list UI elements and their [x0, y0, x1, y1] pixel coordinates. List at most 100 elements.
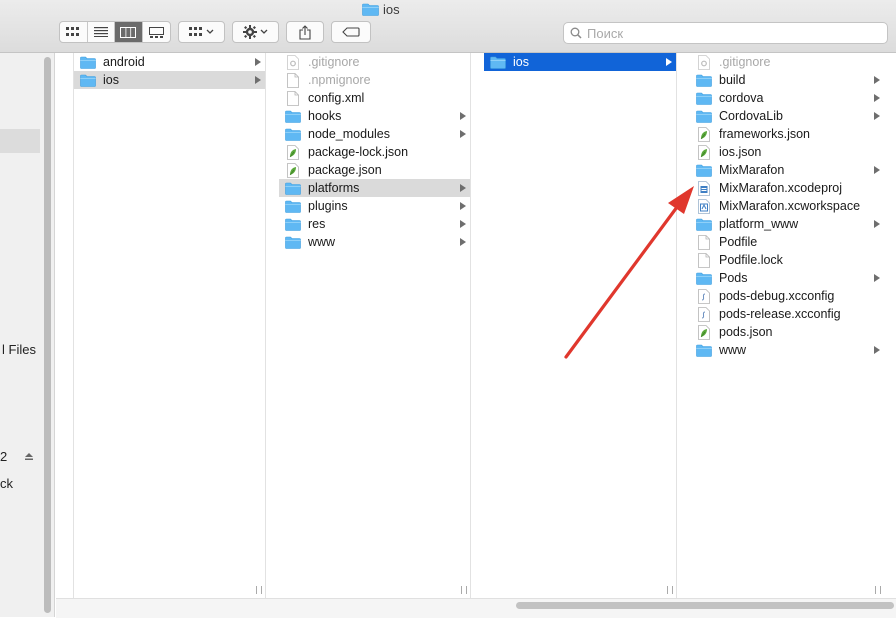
folder-row[interactable]: hooks: [279, 107, 470, 125]
window-toolbar: ios: [0, 0, 896, 53]
folder-row[interactable]: android: [74, 53, 265, 71]
chevron-right-icon: [874, 112, 880, 120]
column-resize-handle[interactable]: [875, 586, 881, 594]
file-row[interactable]: ios.json: [690, 143, 884, 161]
sidebar: l Files 2 ck: [0, 53, 55, 617]
item-label: Pods: [719, 271, 748, 285]
item-label: ios: [513, 55, 529, 69]
json-file-icon: [696, 126, 712, 142]
column-resize-handle[interactable]: [461, 586, 467, 594]
item-label: plugins: [308, 199, 348, 213]
folder-row[interactable]: node_modules: [279, 125, 470, 143]
list-view-icon: [93, 27, 108, 37]
chevron-right-icon: [460, 184, 466, 192]
file-row[interactable]: MixMarafon.xcworkspace: [690, 197, 884, 215]
share-button[interactable]: [286, 21, 324, 43]
eject-icon[interactable]: [24, 452, 34, 461]
chevron-right-icon: [874, 346, 880, 354]
folder-row[interactable]: build: [690, 71, 884, 89]
file-row[interactable]: pods-debug.xcconfig: [690, 287, 884, 305]
item-label: MixMarafon: [719, 163, 785, 177]
json-file-icon: [285, 144, 301, 160]
folder-icon: [285, 216, 301, 232]
gallery-view-icon: [148, 26, 164, 38]
item-label: android: [103, 55, 145, 69]
browser-column: android ios: [74, 53, 266, 598]
folder-row[interactable]: plugins: [279, 197, 470, 215]
tags-button[interactable]: [331, 21, 371, 43]
item-label: ios.json: [719, 145, 762, 159]
folder-row[interactable]: cordova: [690, 89, 884, 107]
folder-icon: [696, 270, 712, 286]
file-row[interactable]: MixMarafon.xcodeproj: [690, 179, 884, 197]
chevron-right-icon: [874, 220, 880, 228]
file-row[interactable]: pods-release.xcconfig: [690, 305, 884, 323]
file-row[interactable]: package.json: [279, 161, 470, 179]
item-label: frameworks.json: [719, 127, 810, 141]
icon-view-button[interactable]: [60, 22, 88, 42]
folder-row[interactable]: platform_www: [690, 215, 884, 233]
folder-icon: [696, 90, 712, 106]
column-view-button[interactable]: [115, 22, 143, 42]
item-label: hooks: [308, 109, 342, 123]
folder-row[interactable]: ios: [74, 71, 265, 89]
file-row[interactable]: Podfile: [690, 233, 884, 251]
column-view-icon: [120, 26, 137, 38]
search-input[interactable]: [587, 25, 867, 41]
json-file-icon: [285, 162, 301, 178]
folder-row[interactable]: CordovaLib: [690, 107, 884, 125]
horizontal-scrollbar[interactable]: [516, 602, 894, 609]
file-row[interactable]: pods.json: [690, 323, 884, 341]
file-row[interactable]: package-lock.json: [279, 143, 470, 161]
column-resize-handle[interactable]: [667, 586, 673, 594]
file-row[interactable]: .npmignore: [279, 71, 470, 89]
item-label: MixMarafon.xcodeproj: [719, 181, 842, 195]
item-label: cordova: [719, 91, 764, 105]
sidebar-item-label[interactable]: ck: [0, 476, 13, 491]
chevron-down-icon: [260, 29, 268, 34]
group-by-button[interactable]: [178, 21, 225, 43]
item-label: Podfile: [719, 235, 758, 249]
folder-icon: [285, 180, 301, 196]
view-mode-segmented-control: [59, 21, 171, 43]
file-row[interactable]: config.xml: [279, 89, 470, 107]
folder-icon: [696, 162, 712, 178]
folder-row[interactable]: res: [279, 215, 470, 233]
file-row[interactable]: .gitignore: [690, 53, 884, 71]
folder-row[interactable]: MixMarafon: [690, 161, 884, 179]
chevron-right-icon: [460, 112, 466, 120]
gallery-view-button[interactable]: [143, 22, 170, 42]
gear-document-icon: [696, 54, 712, 70]
icon-view-icon: [66, 27, 80, 36]
item-label: pods-release.xcconfig: [719, 307, 841, 321]
folder-row[interactable]: ios: [484, 53, 676, 71]
item-label: package-lock.json: [308, 145, 409, 159]
list-view-button[interactable]: [88, 22, 115, 42]
sidebar-item-label[interactable]: l Files: [2, 342, 36, 357]
folder-row[interactable]: www: [279, 233, 470, 251]
file-row[interactable]: Podfile.lock: [690, 251, 884, 269]
search-field[interactable]: [563, 22, 888, 44]
folder-icon: [285, 126, 301, 142]
file-row[interactable]: .gitignore: [279, 53, 470, 71]
folder-row[interactable]: www: [690, 341, 884, 359]
column-resize-handle[interactable]: [256, 586, 262, 594]
chevron-right-icon: [255, 58, 261, 66]
sidebar-item-label[interactable]: 2: [0, 449, 7, 464]
item-label: .gitignore: [308, 55, 360, 69]
sidebar-selected-item[interactable]: [0, 129, 40, 153]
document-icon: [696, 252, 712, 268]
browser-column: .gitignore build cordova CordovaLib framewor…: [690, 53, 884, 598]
xcconfig-file-icon: [696, 306, 712, 322]
action-button[interactable]: [232, 21, 279, 43]
folder-row[interactable]: Pods: [690, 269, 884, 287]
folder-icon: [696, 216, 712, 232]
item-label: MixMarafon.xcworkspace: [719, 199, 861, 213]
file-row[interactable]: frameworks.json: [690, 125, 884, 143]
sidebar-scrollbar[interactable]: [44, 57, 51, 613]
item-label: pods.json: [719, 325, 773, 339]
item-label: build: [719, 73, 746, 87]
json-file-icon: [696, 144, 712, 160]
item-label: .gitignore: [719, 55, 771, 69]
folder-row[interactable]: platforms: [279, 179, 470, 197]
